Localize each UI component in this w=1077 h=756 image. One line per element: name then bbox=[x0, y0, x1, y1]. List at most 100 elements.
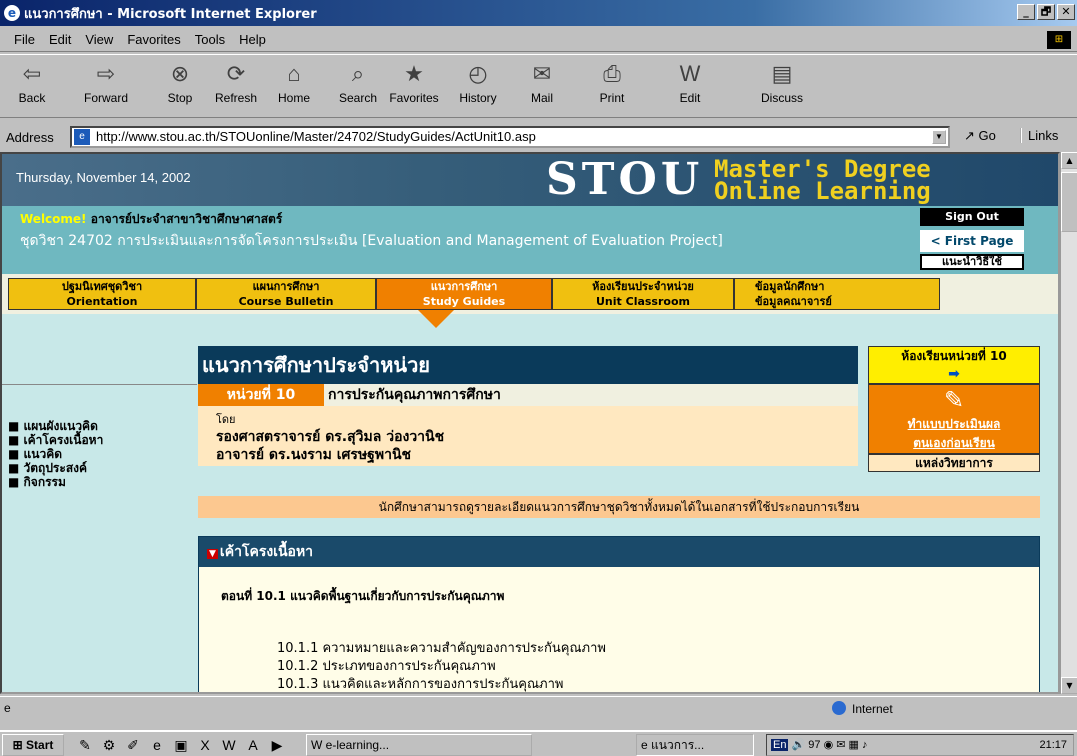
date-text: Thursday, November 14, 2002 bbox=[16, 170, 191, 185]
tray-icons: ◉ ✉ ▦ ♪ bbox=[823, 739, 868, 751]
sidebar-item-objectives[interactable]: ■ วัตถุประสงค์ bbox=[8, 461, 87, 475]
self-eval-link[interactable]: ✎ ทำแบบประเมินผล ตนเองก่อนเรียน bbox=[868, 384, 1040, 454]
forward-button[interactable]: ⇨ Forward bbox=[76, 59, 136, 105]
unit-bar: หน่วยที่ 10 การประกันคุณภาพการศึกษา bbox=[198, 384, 858, 406]
menu-tools[interactable]: Tools bbox=[195, 32, 225, 47]
task-ie-window[interactable]: e แนวการ... bbox=[636, 734, 754, 756]
ie-quicklaunch-icon[interactable]: e bbox=[148, 736, 166, 754]
masters-title: Master's Degree Online Learning bbox=[714, 155, 931, 205]
powerpoint-icon[interactable]: ▶ bbox=[268, 736, 286, 754]
search-button[interactable]: ⌕ Search bbox=[328, 59, 388, 105]
sidebar-item-activities[interactable]: ■ กิจกรรม bbox=[8, 475, 66, 489]
minimize-button[interactable]: _ bbox=[1017, 4, 1035, 20]
address-bar: Address e http://www.stou.ac.th/STOUonli… bbox=[0, 124, 1077, 150]
tab-study-guides[interactable]: แนวการศึกษา Study Guides bbox=[376, 278, 552, 310]
unit-name: การประกันคุณภาพการศึกษา bbox=[328, 387, 501, 403]
task-e-learning[interactable]: W e-learning... bbox=[306, 734, 532, 756]
word-icon[interactable]: W bbox=[220, 736, 238, 754]
forward-arrow-icon: ⇨ bbox=[96, 61, 116, 86]
mail-button[interactable]: ✉ Mail bbox=[512, 59, 572, 105]
sidebar-item-concept-map[interactable]: ■ แผนผังแนวคิด bbox=[8, 419, 98, 433]
course-title: ชุดวิชา 24702 การประเมินและการจัดโครงการ… bbox=[20, 233, 723, 249]
stop-button[interactable]: ⊗ Stop bbox=[150, 59, 210, 105]
title-bar: e แนวการศึกษา - Microsoft Internet Explo… bbox=[0, 0, 1077, 26]
internet-zone-icon bbox=[832, 701, 846, 715]
zone-label: Internet bbox=[852, 702, 893, 716]
author-2: อาจารย์ ดร.นงราม เศรษฐพานิช bbox=[216, 447, 412, 463]
maximize-button[interactable]: 🗗 bbox=[1037, 4, 1055, 20]
sidebar-item-outline[interactable]: ■ เค้าโครงเนื้อหา bbox=[8, 433, 103, 447]
menu-edit[interactable]: Edit bbox=[49, 32, 71, 47]
status-bar: e Internet bbox=[0, 696, 1077, 722]
quicklaunch-icon-5[interactable]: ▣ bbox=[172, 736, 190, 754]
menu-file[interactable]: File bbox=[14, 32, 35, 47]
history-button[interactable]: ◴ History bbox=[448, 59, 508, 105]
resources-link[interactable]: แหล่งวิทยาการ bbox=[868, 454, 1040, 472]
favorites-icon: ★ bbox=[404, 61, 424, 86]
language-indicator[interactable]: En bbox=[771, 739, 789, 751]
windows-logo-icon: ⊞ bbox=[1047, 31, 1071, 49]
page-status-icon: e bbox=[4, 701, 11, 715]
guide-button[interactable]: แนะนำวิธีใช้ bbox=[920, 254, 1024, 270]
outline-heading: ▼ เค้าโครงเนื้อหา bbox=[199, 537, 1039, 567]
home-button[interactable]: ⌂ Home bbox=[264, 59, 324, 105]
quicklaunch-icon-3[interactable]: ✐ bbox=[124, 736, 142, 754]
site-header: Thursday, November 14, 2002 STOU Master'… bbox=[2, 154, 1058, 206]
clock: 21:17 bbox=[1039, 739, 1067, 751]
form-icon: ✎ bbox=[943, 386, 965, 414]
windows-flag-icon: ⊞ bbox=[12, 738, 23, 752]
first-page-button[interactable]: < First Page bbox=[920, 230, 1024, 252]
links-button[interactable]: Links bbox=[1020, 128, 1058, 143]
quicklaunch-icon-2[interactable]: ⚙ bbox=[100, 736, 118, 754]
address-input[interactable]: e http://www.stou.ac.th/STOUonline/Maste… bbox=[70, 126, 950, 148]
favorites-button[interactable]: ★ Favorites bbox=[384, 59, 444, 105]
refresh-button[interactable]: ⟳ Refresh bbox=[206, 59, 266, 105]
tab-orientation[interactable]: ปฐมนิเทศชุดวิชา Orientation bbox=[8, 278, 196, 310]
menu-bar: File Edit View Favorites Tools Help bbox=[0, 28, 1077, 52]
history-icon: ◴ bbox=[468, 61, 488, 86]
triangle-down-icon: ▼ bbox=[207, 549, 218, 559]
scroll-down-icon[interactable]: ▼ bbox=[1061, 677, 1077, 694]
signout-button[interactable]: Sign Out bbox=[920, 208, 1024, 226]
tab-course-bulletin[interactable]: แผนการศึกษา Course Bulletin bbox=[196, 278, 376, 310]
search-icon: ⌕ bbox=[351, 61, 365, 86]
menu-view[interactable]: View bbox=[85, 32, 113, 47]
ie-task-icon: e bbox=[641, 738, 648, 752]
quicklaunch-icon-1[interactable]: ✎ bbox=[76, 736, 94, 754]
edit-button[interactable]: W Edit bbox=[660, 59, 720, 105]
tab-unit-classroom[interactable]: ห้องเรียนประจำหน่วย Unit Classroom bbox=[552, 278, 734, 310]
ie-icon: e bbox=[4, 5, 20, 21]
right-panel: ห้องเรียนหน่วยที่ 10 ➡ ✎ ทำแบบประเมินผล ตนเ… bbox=[868, 346, 1040, 472]
print-icon: ⎙ bbox=[603, 61, 621, 86]
back-button[interactable]: ⇦ Back bbox=[2, 59, 62, 105]
author-block: โดย รองศาสตราจารย์ ดร.สุวิมล ว่องวานิช อ… bbox=[198, 406, 858, 466]
vertical-scrollbar[interactable]: ▲ ▼ bbox=[1060, 152, 1077, 694]
scroll-up-icon[interactable]: ▲ bbox=[1061, 152, 1077, 169]
nav-selected-arrow bbox=[418, 310, 454, 328]
outline-panel: ▼ เค้าโครงเนื้อหา ตอนที่ 10.1 แนวคิดพื้นฐ… bbox=[198, 536, 1040, 692]
speaker-icon[interactable]: 🔊 bbox=[792, 739, 806, 751]
section-10-1: ตอนที่ 10.1 แนวคิดพื้นฐานเกี่ยวกับการประ… bbox=[221, 589, 505, 603]
go-button[interactable]: ↗ Go bbox=[964, 128, 996, 144]
sidebar-item-concepts[interactable]: ■ แนวคิด bbox=[8, 447, 62, 461]
welcome-banner: Welcome! อาจารย์ประจำสาขาวิชาศึกษาศาสตร์… bbox=[2, 206, 1058, 274]
dropdown-arrow-icon[interactable]: ▼ bbox=[932, 130, 946, 144]
classroom-link[interactable]: ห้องเรียนหน่วยที่ 10 ➡ bbox=[868, 346, 1040, 384]
home-icon: ⌂ bbox=[287, 61, 301, 86]
close-button[interactable]: ✕ bbox=[1057, 4, 1075, 20]
word-doc-icon: W bbox=[311, 738, 323, 752]
unit-number: หน่วยที่ 10 bbox=[198, 384, 324, 406]
section-title: แนวการศึกษาประจำหน่วย bbox=[198, 346, 858, 384]
start-button[interactable]: ⊞ Start bbox=[2, 734, 64, 756]
subsection-10-1-3: 10.1.3 แนวคิดและหลักการของการประกันคุณภา… bbox=[277, 677, 564, 692]
menu-favorites[interactable]: Favorites bbox=[127, 32, 180, 47]
excel-icon[interactable]: X bbox=[196, 736, 214, 754]
back-arrow-icon: ⇦ bbox=[22, 61, 42, 86]
author-1: รองศาสตราจารย์ ดร.สุวิมล ว่องวานิช bbox=[216, 429, 445, 445]
menu-help[interactable]: Help bbox=[239, 32, 266, 47]
discuss-button[interactable]: ▤ Discuss bbox=[752, 59, 812, 105]
access-icon[interactable]: A bbox=[244, 736, 262, 754]
print-button[interactable]: ⎙ Print bbox=[582, 59, 642, 105]
tab-student-info[interactable]: ข้อมูลนักศึกษา ข้อมูลคณาจารย์ bbox=[734, 278, 940, 310]
scroll-thumb[interactable] bbox=[1061, 172, 1077, 232]
